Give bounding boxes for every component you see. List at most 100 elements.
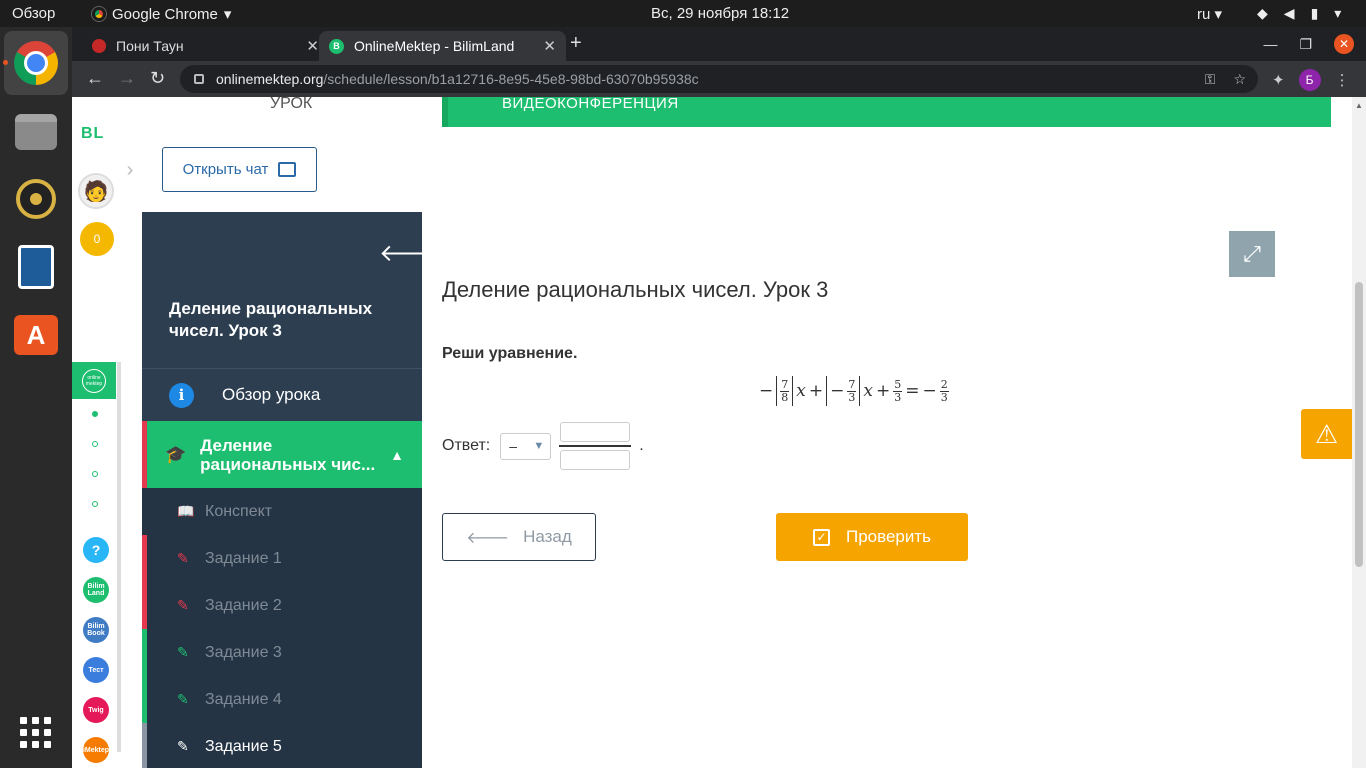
sidebar-item-task-4[interactable]: ✎ Задание 4: [142, 676, 422, 723]
sidebar-item-current-lesson[interactable]: 🎓 Деление рациональных чис... ▲: [142, 421, 422, 488]
twig-button[interactable]: Twig: [83, 697, 109, 723]
rail-dot[interactable]: [92, 441, 98, 447]
online-mektep-button[interactable]: online mektep: [72, 362, 116, 399]
open-chat-button[interactable]: Открыть чат: [162, 147, 317, 192]
chat-icon: [278, 162, 297, 177]
video-conference-tab[interactable]: ВИДЕОКОНФЕРЕНЦИЯ: [442, 97, 1331, 127]
sign-select[interactable]: – ▼: [500, 432, 552, 460]
eq-fraction: 7 3: [847, 378, 857, 404]
page-title: Деление рациональных чисел. Урок 3: [442, 277, 829, 302]
close-tab-icon[interactable]: ✕: [306, 37, 319, 55]
tab-pony-town[interactable]: Пони Таун ✕: [82, 31, 329, 61]
eq-plus: +: [808, 381, 824, 401]
chevron-up-icon[interactable]: ▲: [390, 447, 404, 463]
coins-badge[interactable]: 0: [80, 222, 114, 256]
sidebar-item-label: Задание 5: [205, 737, 282, 755]
answer-row: Ответ: – ▼ .: [442, 420, 644, 472]
bl-logo[interactable]: BL: [81, 125, 104, 143]
close-window-icon[interactable]: ✕: [1334, 34, 1354, 54]
chrome-icon: [92, 7, 106, 21]
sidebar-item-task-5[interactable]: ✎ Задание 5: [142, 723, 422, 768]
running-indicator: [3, 60, 8, 65]
imektep-button[interactable]: iMektep: [83, 737, 109, 763]
warning-icon[interactable]: ⚠: [1301, 409, 1352, 459]
writer-icon: [18, 245, 54, 289]
dock-rhythmbox[interactable]: [13, 176, 59, 222]
eq-num: 7: [781, 377, 789, 391]
volume-icon: ◀: [1283, 5, 1295, 21]
os-top-bar: Обзор Google Chrome ▾ Вс, 29 ноября 18:1…: [0, 0, 1366, 27]
bilimland-button[interactable]: Bilim Land: [83, 577, 109, 603]
profile-avatar[interactable]: Б: [1298, 69, 1321, 91]
caret-down-icon: ▾: [1334, 5, 1342, 21]
test-button[interactable]: Тест: [83, 657, 109, 683]
activities-button[interactable]: Обзор: [12, 5, 55, 22]
dock-software[interactable]: A: [13, 312, 59, 358]
dock-writer[interactable]: [13, 244, 59, 290]
scroll-up-icon[interactable]: ▲: [1355, 101, 1363, 110]
keyboard-layout[interactable]: ru ▾: [1197, 5, 1222, 23]
address-bar[interactable]: onlinemektep.org /schedule/lesson/b1a127…: [180, 65, 1258, 93]
maximize-icon[interactable]: ❐: [1299, 36, 1312, 53]
lesson-tab[interactable]: УРОК: [270, 97, 312, 113]
menu-dots-icon[interactable]: ⋮: [1335, 71, 1350, 89]
bilimbook-button[interactable]: Bilim Book: [83, 617, 109, 643]
eq-abs-1: 7 8: [776, 376, 794, 406]
rail-dot[interactable]: [92, 411, 98, 417]
dock-chrome[interactable]: [13, 40, 59, 86]
edit-icon: ✎: [177, 644, 189, 660]
scrollbar-thumb[interactable]: [1355, 282, 1363, 567]
eq-x: x: [863, 381, 873, 401]
show-apps-icon[interactable]: [20, 717, 52, 749]
video-conference-label: ВИДЕОКОНФЕРЕНЦИЯ: [502, 97, 679, 112]
extensions-icon[interactable]: ✦: [1272, 71, 1285, 89]
sidebar-item-label: Задание 3: [205, 643, 282, 661]
bilimland-favicon-icon: B: [329, 38, 344, 54]
answer-label: Ответ:: [442, 437, 491, 454]
page-scrollbar[interactable]: ▲: [1352, 97, 1366, 768]
chevron-right-icon[interactable]: ›: [116, 151, 144, 189]
rail-dot[interactable]: [92, 501, 98, 507]
edit-icon: ✎: [177, 738, 189, 754]
new-tab-icon[interactable]: +: [570, 32, 582, 55]
equation: − 7 8 x + − 7 3 x + 5 3 = − 2 3: [759, 373, 949, 409]
denominator-input[interactable]: [560, 450, 631, 470]
sidebar-lesson-title: Деление рациональных чисел. Урок 3: [169, 299, 373, 340]
check-button[interactable]: ✓ Проверить: [776, 513, 968, 561]
left-rail: BL 🧑 0 online mektep ? Bilim Land Bilim …: [72, 97, 116, 768]
lock-icon: [194, 74, 204, 84]
open-chat-label: Открыть чат: [182, 161, 269, 178]
sidebar-item-task-1[interactable]: ✎ Задание 1: [142, 535, 422, 582]
sidebar-item-task-2[interactable]: ✎ Задание 2: [142, 582, 422, 629]
forward-arrow-icon[interactable]: →: [118, 68, 136, 89]
reload-icon[interactable]: ↻: [150, 68, 165, 89]
eq-den: 3: [940, 390, 948, 404]
app-menu-label: Google Chrome: [112, 5, 218, 23]
system-tray[interactable]: ◆ ◀ ▮ ▾: [1257, 5, 1341, 22]
star-icon[interactable]: ☆: [1233, 71, 1246, 88]
sidebar-item-task-3[interactable]: ✎ Задание 3: [142, 629, 422, 676]
clock[interactable]: Вс, 29 ноября 18:12: [651, 5, 789, 22]
numerator-input[interactable]: [560, 422, 631, 442]
key-icon[interactable]: ⚿: [1205, 71, 1216, 88]
sign-select-value: –: [509, 438, 518, 454]
task-instruction: Реши уравнение.: [442, 345, 578, 362]
arrow-left-icon[interactable]: 🡐: [379, 238, 443, 268]
close-tab-icon[interactable]: ✕: [543, 37, 556, 55]
sidebar-item-overview[interactable]: i Обзор урока: [142, 368, 422, 421]
browser-toolbar: ← → ↻ onlinemektep.org /schedule/lesson/…: [72, 61, 1366, 97]
edit-icon: ✎: [177, 691, 189, 707]
fullscreen-icon[interactable]: ⤢: [1229, 231, 1275, 277]
online-mektep-label: online mektep: [82, 368, 106, 393]
minimize-icon[interactable]: —: [1263, 36, 1277, 52]
sidebar-item-konspekt[interactable]: 📖 Конспект: [142, 488, 422, 535]
back-arrow-icon[interactable]: ←: [86, 68, 104, 89]
avatar[interactable]: 🧑: [78, 173, 114, 209]
current-lesson-line1: Деление: [200, 435, 273, 455]
rail-dot[interactable]: [92, 471, 98, 477]
dock-files[interactable]: [13, 109, 59, 155]
help-button[interactable]: ?: [83, 537, 109, 563]
app-menu[interactable]: Google Chrome ▾: [92, 5, 231, 23]
tab-onlinemektep[interactable]: B OnlineMektep - BilimLand ✕: [319, 31, 566, 61]
back-button[interactable]: 🡐 Назад: [442, 513, 596, 561]
